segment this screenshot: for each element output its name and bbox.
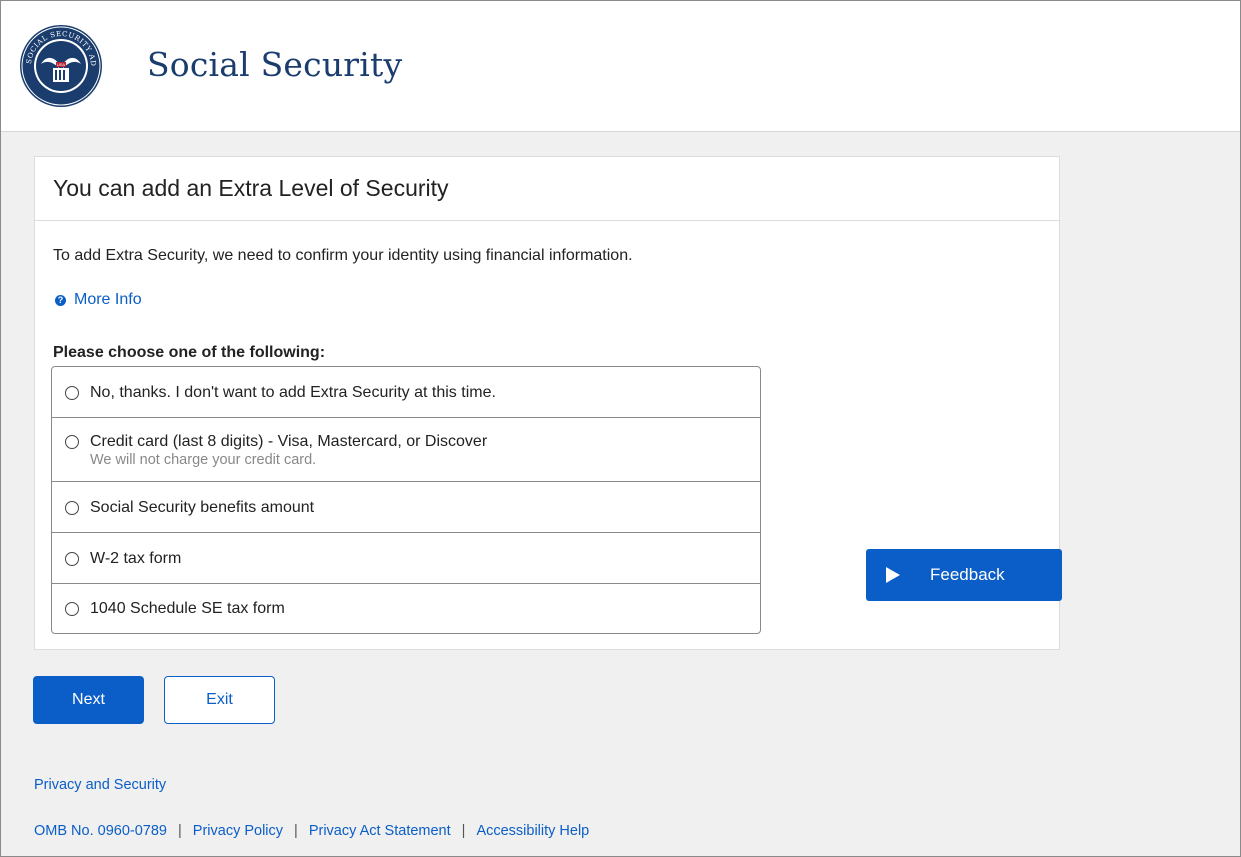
option-no-thanks[interactable]: No, thanks. I don't want to add Extra Se…	[52, 367, 760, 418]
ssa-seal-logo[interactable]: USA SOCIAL SECURITY ADMINISTRATION	[19, 24, 103, 108]
brand-title[interactable]: Social Security	[147, 45, 402, 84]
option-1040-schedule-se[interactable]: 1040 Schedule SE tax form	[52, 584, 760, 633]
option-w2-form[interactable]: W-2 tax form	[52, 533, 760, 584]
option-label: Credit card (last 8 digits) - Visa, Mast…	[90, 433, 488, 450]
privacy-act-statement-link[interactable]: Privacy Act Statement	[309, 823, 451, 839]
card-header: You can add an Extra Level of Security	[35, 157, 1059, 221]
option-label: 1040 Schedule SE tax form	[90, 600, 285, 617]
footer-separator: |	[461, 823, 466, 839]
question-circle-icon: ?	[55, 294, 66, 306]
radio-button[interactable]	[65, 386, 79, 400]
footer-separator: |	[294, 823, 298, 839]
option-sublabel: We will not charge your credit card.	[90, 452, 317, 468]
site-header: USA SOCIAL SECURITY ADMINISTRATION Socia…	[1, 1, 1240, 132]
footer-separator: |	[178, 823, 182, 839]
footer-links: OMB No. 0960-0789 | Privacy Policy | Pri…	[34, 823, 589, 839]
option-label: Social Security benefits amount	[90, 499, 315, 516]
play-icon	[886, 567, 900, 583]
more-info-label: More Info	[74, 291, 142, 308]
options-radio-group: No, thanks. I don't want to add Extra Se…	[51, 366, 761, 634]
privacy-and-security-link[interactable]: Privacy and Security	[34, 777, 166, 793]
feedback-label: Feedback	[930, 565, 1005, 584]
radio-button[interactable]	[65, 435, 79, 449]
radio-button[interactable]	[65, 501, 79, 515]
option-benefits-amount[interactable]: Social Security benefits amount	[52, 482, 760, 533]
seal-badge-text: USA	[57, 62, 66, 67]
radio-button[interactable]	[65, 552, 79, 566]
page-title: You can add an Extra Level of Security	[53, 175, 449, 201]
option-credit-card[interactable]: Credit card (last 8 digits) - Visa, Mast…	[52, 418, 760, 482]
feedback-button[interactable]: Feedback	[866, 549, 1062, 601]
exit-button[interactable]: Exit	[164, 676, 275, 724]
option-label: No, thanks. I don't want to add Extra Se…	[90, 384, 496, 401]
radio-button[interactable]	[65, 602, 79, 616]
next-button[interactable]: Next	[33, 676, 144, 724]
accessibility-help-link[interactable]: Accessibility Help	[476, 823, 589, 839]
choose-label: Please choose one of the following:	[53, 344, 326, 361]
more-info-link[interactable]: ? More Info	[55, 291, 142, 309]
option-label: W-2 tax form	[90, 550, 182, 567]
omb-number: OMB No. 0960-0789	[34, 823, 167, 839]
intro-text: To add Extra Security, we need to confir…	[53, 247, 633, 264]
privacy-policy-link[interactable]: Privacy Policy	[193, 823, 283, 839]
